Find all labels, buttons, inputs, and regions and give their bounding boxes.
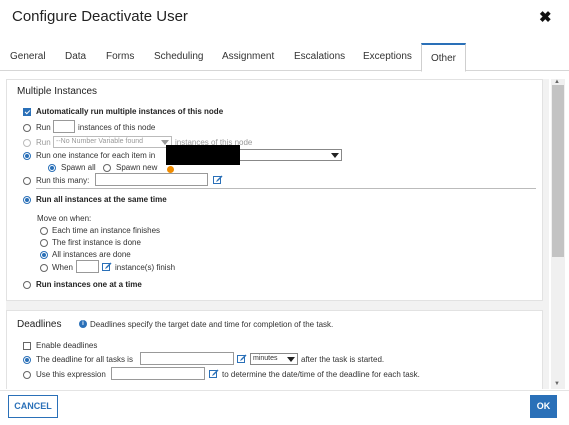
edit-expression-icon[interactable]: [213, 175, 223, 185]
run-each-item-radio[interactable]: [23, 152, 31, 160]
auto-run-label: Automatically run multiple instances of …: [36, 107, 224, 116]
each-finishes-label: Each time an instance finishes: [52, 226, 161, 235]
edit-expression-icon[interactable]: [102, 262, 112, 272]
edit-expression-icon[interactable]: [209, 369, 219, 379]
each-finishes-radio[interactable]: [40, 227, 48, 235]
deadline-all-tasks-radio[interactable]: [23, 356, 31, 364]
run-variable-radio[interactable]: [23, 139, 31, 147]
move-on-when-label: Move on when:: [37, 214, 92, 223]
tab-assignment[interactable]: Assignment: [222, 43, 274, 71]
tab-exceptions[interactable]: Exceptions: [363, 43, 412, 71]
dialog-title: Configure Deactivate User: [12, 8, 188, 25]
tab-escalations[interactable]: Escalations: [294, 43, 345, 71]
run-this-many-radio[interactable]: [23, 177, 31, 185]
redacted-block: [166, 145, 240, 165]
section-divider: [36, 188, 536, 189]
tab-scheduling[interactable]: Scheduling: [154, 43, 203, 71]
chevron-down-icon: [331, 153, 339, 158]
spawn-new-label: Spawn new: [116, 163, 158, 172]
run-all-same-time-radio[interactable]: [23, 196, 31, 204]
all-done-radio[interactable]: [40, 251, 48, 259]
deadline-unit-select[interactable]: minutes: [250, 353, 298, 365]
enable-deadlines-checkbox[interactable]: [23, 342, 31, 350]
run-this-many-input[interactable]: [95, 173, 208, 186]
cancel-button[interactable]: CANCEL: [8, 395, 58, 418]
scroll-down-icon[interactable]: ▼: [554, 381, 560, 387]
spawn-new-radio[interactable]: [103, 164, 111, 172]
footer-divider: [0, 390, 569, 391]
first-done-radio[interactable]: [40, 239, 48, 247]
run-variable-label: Run: [36, 138, 51, 147]
number-variable-select[interactable]: --No Number Variable found: [53, 136, 172, 148]
instances-of-node-label: instances of this node: [78, 123, 156, 132]
info-icon: i: [79, 320, 87, 328]
run-this-many-label: Run this many:: [36, 176, 90, 185]
multiple-instances-heading: Multiple Instances: [17, 86, 98, 97]
deadline-unit-selected: minutes: [253, 355, 278, 362]
run-one-at-a-time-label: Run instances one at a time: [36, 280, 142, 289]
after-started-label: after the task is started.: [301, 355, 385, 364]
chevron-down-icon: [287, 357, 295, 362]
vertical-scrollbar[interactable]: ▲ ▼: [551, 79, 565, 389]
spawn-all-radio[interactable]: [48, 164, 56, 172]
when-count-input[interactable]: [76, 260, 99, 273]
edit-expression-icon[interactable]: [237, 354, 247, 364]
number-variable-selected: --No Number Variable found: [56, 138, 144, 145]
run-one-at-a-time-radio[interactable]: [23, 281, 31, 289]
content-area: Multiple Instances Automatically run mul…: [6, 79, 549, 389]
deadlines-heading: Deadlines: [17, 319, 62, 330]
warning-icon: [167, 166, 174, 173]
when-radio[interactable]: [40, 264, 48, 272]
use-expression-label: Use this expression: [36, 370, 106, 379]
run-label: Run: [36, 123, 51, 132]
deadline-expression-input[interactable]: [111, 367, 205, 380]
expression-suffix-label: to determine the date/time of the deadli…: [222, 370, 420, 379]
deadlines-info-text: Deadlines specify the target date and ti…: [90, 320, 334, 329]
when-label: When: [52, 263, 73, 272]
run-count-input[interactable]: [53, 120, 75, 133]
scrollbar-thumb[interactable]: [552, 85, 564, 257]
tab-forms[interactable]: Forms: [106, 43, 134, 71]
tab-data[interactable]: Data: [65, 43, 86, 71]
tab-bar: General Data Forms Scheduling Assignment…: [0, 43, 569, 72]
run-each-item-label: Run one instance for each item in: [36, 151, 156, 160]
use-expression-radio[interactable]: [23, 371, 31, 379]
auto-run-checkbox[interactable]: [23, 108, 31, 116]
tab-other[interactable]: Other: [421, 43, 467, 72]
run-count-radio[interactable]: [23, 124, 31, 132]
first-done-label: The first instance is done: [52, 238, 141, 247]
close-icon[interactable]: ✖: [539, 10, 552, 25]
spawn-all-label: Spawn all: [61, 163, 96, 172]
enable-deadlines-label: Enable deadlines: [36, 341, 98, 350]
tab-general[interactable]: General: [10, 43, 46, 71]
all-done-label: All instances are done: [52, 250, 131, 259]
when-suffix-label: instance(s) finish: [115, 263, 176, 272]
deadline-amount-input[interactable]: [140, 352, 234, 365]
ok-button[interactable]: OK: [530, 395, 557, 418]
deadline-all-tasks-label: The deadline for all tasks is: [36, 355, 133, 364]
run-all-same-time-label: Run all instances at the same time: [36, 195, 167, 204]
